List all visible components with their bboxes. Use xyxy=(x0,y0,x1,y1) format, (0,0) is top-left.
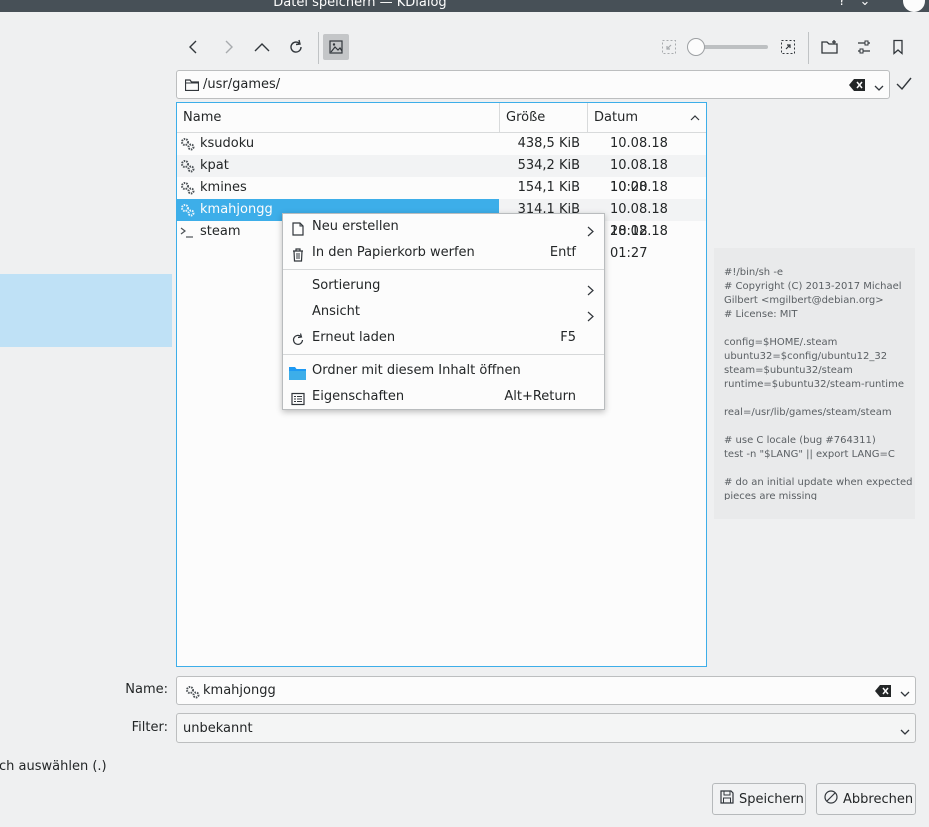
column-header-size[interactable]: Größe xyxy=(500,103,588,133)
maximize-button[interactable]: ⌃ xyxy=(878,0,898,9)
cancel-icon xyxy=(824,790,838,808)
help-button[interactable]: ? xyxy=(832,0,852,9)
file-name: kmahjongg xyxy=(200,202,273,217)
file-preview: #!/bin/sh -e # Copyright (C) 2013-2017 M… xyxy=(714,248,915,519)
preview-line: # Copyright (C) 2013-2017 Michael xyxy=(724,281,902,292)
file-size: 534,2 KiB xyxy=(517,158,580,173)
menu-separator xyxy=(283,269,604,270)
window-title: Datei speichern — KDialog xyxy=(273,0,447,10)
name-input[interactable]: kmahjongg xyxy=(176,676,916,705)
file-size: 438,5 KiB xyxy=(517,136,580,151)
minimize-button[interactable]: ⌄ xyxy=(855,0,875,9)
clear-icon[interactable] xyxy=(875,685,891,697)
file-name: kpat xyxy=(200,158,229,173)
file-name: ksudoku xyxy=(200,136,255,151)
preview-line: steam=$ubuntu32/steam xyxy=(724,365,853,376)
name-label: Name: xyxy=(125,682,168,697)
menu-item-view[interactable]: Ansicht xyxy=(283,299,604,325)
preview-icon[interactable] xyxy=(323,34,349,60)
auto-extension-label[interactable]: ch auswählen (.) xyxy=(0,759,107,774)
menu-item-label: Sortierung xyxy=(312,278,381,293)
save-button[interactable]: Speichern xyxy=(712,783,806,815)
menu-item-properties[interactable]: Eigenschaften Alt+Return xyxy=(283,384,604,410)
filter-value: unbekannt xyxy=(183,721,253,736)
menu-item-label: In den Papierkorb werfen xyxy=(312,245,475,260)
preview-line: test -n "$LANG" || export LANG=C xyxy=(724,449,895,460)
preview-line: ubuntu32=$config/ubuntu12_32 xyxy=(724,351,888,362)
table-row[interactable]: kmines 154,1 KiB 10.08.18 10:19 xyxy=(177,177,706,217)
column-header-date[interactable]: Datum xyxy=(588,103,706,133)
zoom-slider-track[interactable] xyxy=(698,45,768,49)
back-icon[interactable] xyxy=(181,34,207,60)
preview-line: config=$HOME/.steam xyxy=(724,337,838,348)
executable-gears-icon xyxy=(185,685,201,703)
file-size: 154,1 KiB xyxy=(517,180,580,195)
preview-line: #!/bin/sh -e xyxy=(724,267,784,278)
zoom-out-icon[interactable] xyxy=(656,34,682,60)
table-row[interactable]: ksudoku 438,5 KiB 10.08.18 10:20 xyxy=(177,133,706,173)
menu-item-sort[interactable]: Sortierung xyxy=(283,273,604,299)
save-button-label: Speichern xyxy=(739,791,804,807)
toolbar-separator xyxy=(318,32,319,64)
menu-item-open-folder[interactable]: Ordner mit diesem Inhalt öffnen xyxy=(283,358,604,384)
filter-select[interactable]: unbekannt xyxy=(176,713,916,743)
column-header-date-label: Datum xyxy=(594,110,638,125)
options-icon[interactable] xyxy=(851,34,877,60)
zoom-slider-handle[interactable] xyxy=(687,38,705,56)
menu-separator xyxy=(283,354,604,355)
title-bar: Datei speichern — KDialog ? ⌄ ⌃ xyxy=(0,0,929,12)
sort-ascending-icon xyxy=(690,115,700,121)
sidebar-selected-place[interactable] xyxy=(0,274,172,347)
menu-item-label: Erneut laden xyxy=(312,330,396,345)
preview-line: Gilbert <mgilbert@debian.org> xyxy=(724,295,884,306)
zoom-in-icon[interactable] xyxy=(775,34,801,60)
location-input[interactable]: /usr/games/ xyxy=(176,70,890,99)
clear-icon[interactable] xyxy=(849,79,865,91)
chevron-down-icon[interactable] xyxy=(900,725,910,740)
menu-item-shortcut: Alt+Return xyxy=(504,389,576,404)
context-menu: Neu erstellen In den Papierkorb werfen E… xyxy=(282,213,605,410)
menu-item-label: Ansicht xyxy=(312,304,361,319)
name-value: kmahjongg xyxy=(203,683,276,698)
close-button[interactable] xyxy=(903,0,925,12)
table-row[interactable]: kpat 534,2 KiB 10.08.18 10:20 xyxy=(177,155,706,195)
menu-item-label: Eigenschaften xyxy=(312,389,405,404)
preview-line: # use C locale (bug #764311) xyxy=(724,435,876,446)
location-path: /usr/games/ xyxy=(203,77,281,92)
preview-line: real=/usr/lib/games/steam/steam xyxy=(724,407,892,418)
column-header-name[interactable]: Name xyxy=(177,103,500,133)
file-name: kmines xyxy=(200,180,247,195)
menu-item-trash[interactable]: In den Papierkorb werfen Entf xyxy=(283,240,604,266)
save-icon xyxy=(720,790,734,808)
properties-icon xyxy=(291,390,305,416)
preview-line: pieces are missing xyxy=(724,491,818,500)
bookmark-icon[interactable] xyxy=(885,34,911,60)
checkmark-icon[interactable] xyxy=(896,77,912,95)
chevron-down-icon[interactable] xyxy=(874,81,884,96)
reload-icon[interactable] xyxy=(283,34,309,60)
preview-line: # do an initial update when expected xyxy=(724,477,913,488)
menu-item-reload[interactable]: Erneut laden F5 xyxy=(283,325,604,351)
menu-item-new[interactable]: Neu erstellen xyxy=(283,214,604,240)
filter-label: Filter: xyxy=(131,720,168,735)
menu-item-label: Ordner mit diesem Inhalt öffnen xyxy=(312,363,521,378)
preview-line: # License: MIT xyxy=(724,309,798,320)
menu-item-shortcut: F5 xyxy=(560,330,576,345)
preview-line: runtime=$ubuntu32/steam-runtime xyxy=(724,379,904,390)
file-date: 28.02.18 01:27 xyxy=(610,224,668,261)
toolbar-separator xyxy=(808,32,809,64)
new-folder-icon[interactable] xyxy=(817,34,843,60)
cancel-button[interactable]: Abbrechen xyxy=(816,783,916,815)
terminal-script-icon xyxy=(180,225,196,247)
forward-icon[interactable] xyxy=(215,34,241,60)
cancel-button-label: Abbrechen xyxy=(843,791,914,807)
menu-item-label: Neu erstellen xyxy=(312,219,399,234)
chevron-down-icon[interactable] xyxy=(900,687,910,702)
menu-item-shortcut: Entf xyxy=(549,245,576,260)
up-icon[interactable] xyxy=(249,34,275,60)
folder-icon xyxy=(184,79,200,95)
file-name: steam xyxy=(200,224,241,239)
